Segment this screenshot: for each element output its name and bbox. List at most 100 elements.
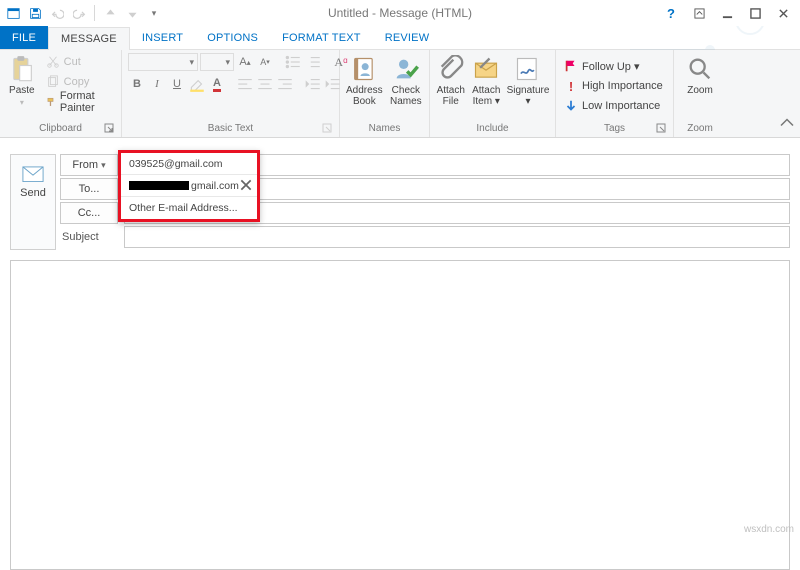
- group-basic-text: ▾ ▾ A▴ A▾ Aᵅ B I U A: [122, 50, 340, 137]
- format-painter-button[interactable]: Format Painter: [44, 93, 115, 111]
- font-family-select[interactable]: ▾: [128, 53, 198, 71]
- shrink-font-button[interactable]: A▾: [256, 53, 274, 71]
- align-center-button[interactable]: [256, 75, 274, 93]
- send-icon: [22, 165, 44, 183]
- title-bar: ▾ Untitled - Message (HTML) ?: [0, 0, 800, 26]
- zoom-label: Zoom: [687, 85, 713, 96]
- paste-label: Paste: [9, 85, 35, 96]
- format-painter-icon: [46, 95, 56, 109]
- flag-icon: [564, 59, 578, 73]
- to-button[interactable]: To...: [60, 178, 118, 200]
- minimize-icon[interactable]: [714, 2, 740, 24]
- attach-file-button[interactable]: Attach File: [436, 53, 466, 107]
- zoom-button[interactable]: Zoom: [680, 53, 720, 96]
- from-menu-item-2[interactable]: gmail.com: [121, 175, 257, 197]
- grow-font-button[interactable]: A▴: [236, 53, 254, 71]
- check-names-icon: [392, 55, 420, 83]
- font-size-select[interactable]: ▾: [200, 53, 234, 71]
- low-importance-icon: [564, 99, 578, 113]
- paste-icon: [8, 55, 36, 83]
- signature-label: Signature ▾: [507, 85, 550, 107]
- check-names-button[interactable]: Check Names: [389, 53, 423, 107]
- decrease-indent-button[interactable]: [304, 75, 322, 93]
- help-icon[interactable]: ?: [658, 2, 684, 24]
- group-label-include: Include: [436, 121, 549, 137]
- redacted-text: [129, 181, 189, 190]
- attach-file-label: Attach File: [437, 85, 465, 107]
- tab-format-text[interactable]: FORMAT TEXT: [270, 26, 373, 49]
- from-menu-item-other[interactable]: Other E-mail Address...: [121, 197, 257, 219]
- group-label-tags: Tags: [604, 123, 625, 134]
- copy-button[interactable]: Copy: [44, 73, 115, 91]
- zoom-icon: [686, 55, 714, 83]
- tags-dialog-launcher[interactable]: [655, 123, 667, 135]
- numbering-button[interactable]: [304, 53, 322, 71]
- tab-options[interactable]: OPTIONS: [195, 26, 270, 49]
- qat-customize-icon[interactable]: ▾: [145, 3, 163, 23]
- bold-button[interactable]: B: [128, 75, 146, 93]
- maximize-icon[interactable]: [742, 2, 768, 24]
- font-color-button[interactable]: A: [208, 75, 226, 93]
- group-clipboard: Paste ▾ Cut Copy Format Painter Clipboar…: [0, 50, 122, 137]
- ribbon: Paste ▾ Cut Copy Format Painter Clipboar…: [0, 50, 800, 138]
- basic-text-dialog-launcher[interactable]: [321, 123, 333, 135]
- follow-up-button[interactable]: Follow Up ▾: [562, 57, 665, 75]
- high-importance-icon: !: [564, 79, 578, 93]
- close-icon[interactable]: [770, 2, 796, 24]
- send-button[interactable]: Send: [10, 154, 56, 250]
- highlight-button[interactable]: [188, 75, 206, 93]
- group-tags: Follow Up ▾ ! High Importance Low Import…: [556, 50, 674, 137]
- copy-icon: [46, 75, 60, 89]
- collapse-ribbon-icon[interactable]: [778, 115, 796, 133]
- group-names: Address Book Check Names Names: [340, 50, 430, 137]
- next-item-icon[interactable]: [123, 3, 141, 23]
- address-book-icon: [350, 55, 378, 83]
- from-account-menu: 039525@gmail.com gmail.com Other E-mail …: [118, 150, 260, 222]
- cut-icon: [46, 55, 60, 69]
- group-label-names: Names: [346, 121, 423, 137]
- group-label-basic-text: Basic Text: [208, 123, 253, 134]
- tab-message[interactable]: MESSAGE: [48, 27, 130, 50]
- align-right-button[interactable]: [276, 75, 294, 93]
- qat-separator: [94, 5, 95, 21]
- signature-icon: [514, 55, 542, 83]
- low-importance-button[interactable]: Low Importance: [562, 97, 665, 115]
- undo-icon[interactable]: [48, 3, 66, 23]
- align-left-button[interactable]: [236, 75, 254, 93]
- cc-button[interactable]: Cc...: [60, 202, 118, 224]
- signature-button[interactable]: Signature ▾: [507, 53, 549, 107]
- tab-insert[interactable]: INSERT: [130, 26, 195, 49]
- cut-button[interactable]: Cut: [44, 53, 115, 71]
- from-menu-item-1[interactable]: 039525@gmail.com: [121, 153, 257, 175]
- attach-item-button[interactable]: Attach Item ▾: [472, 53, 502, 107]
- group-label-clipboard: Clipboard: [39, 123, 82, 134]
- address-book-label: Address Book: [346, 85, 383, 107]
- control-menu-icon[interactable]: [4, 3, 22, 23]
- group-include: Attach File Attach Item ▾ Signature ▾ In…: [430, 50, 556, 137]
- tab-review[interactable]: REVIEW: [373, 26, 442, 49]
- high-importance-button[interactable]: ! High Importance: [562, 77, 665, 95]
- ribbon-tabs: FILE MESSAGE INSERT OPTIONS FORMAT TEXT …: [0, 26, 800, 50]
- underline-button[interactable]: U: [168, 75, 186, 93]
- tab-file[interactable]: FILE: [0, 26, 48, 49]
- from-button[interactable]: From▾: [60, 154, 118, 176]
- save-icon[interactable]: [26, 3, 44, 23]
- attach-file-icon: [437, 55, 465, 83]
- attach-item-icon: [472, 55, 500, 83]
- bullets-button[interactable]: [284, 53, 302, 71]
- address-book-button[interactable]: Address Book: [346, 53, 383, 107]
- redo-icon[interactable]: [70, 3, 88, 23]
- message-body[interactable]: [10, 260, 790, 570]
- italic-button[interactable]: I: [148, 75, 166, 93]
- remove-account-icon[interactable]: [239, 178, 253, 192]
- attach-item-label: Attach Item ▾: [472, 85, 500, 107]
- ribbon-display-options-icon[interactable]: [686, 2, 712, 24]
- previous-item-icon[interactable]: [101, 3, 119, 23]
- group-zoom: Zoom Zoom: [674, 50, 726, 137]
- clipboard-dialog-launcher[interactable]: [103, 123, 115, 135]
- check-names-label: Check Names: [390, 85, 422, 107]
- watermark: wsxdn.com: [744, 524, 794, 535]
- paste-button[interactable]: Paste ▾: [6, 53, 38, 107]
- quick-access-toolbar: ▾: [4, 3, 163, 23]
- subject-input[interactable]: [124, 226, 790, 248]
